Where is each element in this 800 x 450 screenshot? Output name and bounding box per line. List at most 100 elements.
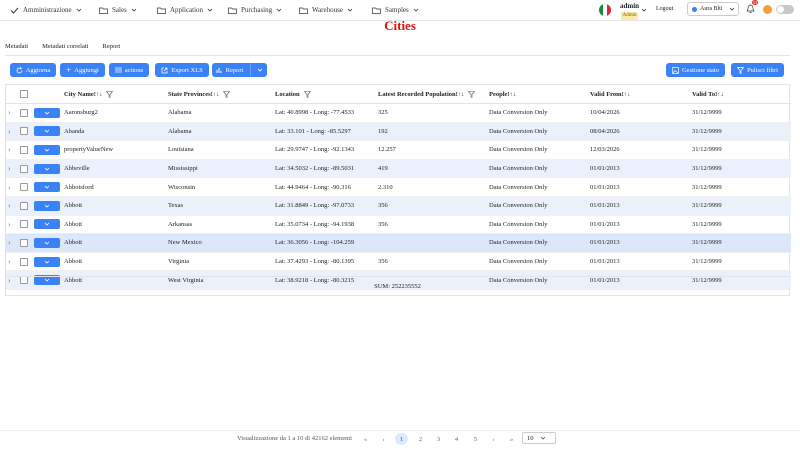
avatar[interactable] — [763, 5, 772, 14]
row-select[interactable] — [18, 103, 32, 123]
chevron-right-icon[interactable]: › — [8, 127, 11, 136]
add-button[interactable]: + Aggiungi — [60, 63, 105, 77]
tab-metadati[interactable]: Metadati — [5, 43, 28, 50]
row-actions[interactable] — [32, 103, 62, 123]
expand-toggle[interactable]: › — [6, 215, 18, 235]
row-actions[interactable] — [32, 159, 62, 179]
select-all-checkbox[interactable] — [20, 90, 28, 98]
row-select[interactable] — [18, 252, 32, 272]
row-menu-button[interactable] — [34, 256, 60, 267]
page-3[interactable]: 3 — [432, 433, 445, 445]
row-actions[interactable] — [32, 140, 62, 160]
row-select[interactable] — [18, 215, 32, 235]
header-select[interactable] — [18, 85, 32, 104]
filter-icon[interactable] — [106, 90, 114, 98]
expand-toggle[interactable]: › — [6, 103, 18, 123]
table-row[interactable]: › Aaronsburg2 Alabama Lat: 40.8998 - Long: … — [6, 103, 791, 123]
prev-page-icon[interactable]: ‹ — [377, 433, 390, 445]
nav-item-application[interactable]: Application — [157, 0, 213, 20]
bell-icon[interactable] — [746, 4, 755, 14]
row-select[interactable] — [18, 122, 32, 142]
nav-item-warehouse[interactable]: Warehouse — [299, 0, 353, 20]
row-actions[interactable] — [32, 177, 62, 197]
chevron-right-icon[interactable]: › — [8, 220, 11, 229]
next-page-icon[interactable]: › — [487, 433, 500, 445]
page-1[interactable]: 1 — [395, 433, 408, 445]
row-select[interactable] — [18, 159, 32, 179]
table-row[interactable]: › Abbeville Mississippi Lat: 34.5032 - Long… — [6, 159, 791, 179]
chevron-right-icon[interactable]: › — [8, 201, 11, 210]
expand-toggle[interactable]: › — [6, 196, 18, 216]
chevron-right-icon[interactable]: › — [8, 145, 11, 154]
report-button[interactable]: Report — [212, 63, 267, 77]
header-population[interactable]: Latest Recorded Population!↑↓ — [376, 85, 487, 104]
chevron-right-icon[interactable]: › — [8, 183, 11, 192]
header-city-name[interactable]: City Name!↑↓ — [62, 85, 166, 104]
row-actions[interactable] — [32, 233, 62, 253]
expand-toggle[interactable]: › — [6, 252, 18, 272]
expand-toggle[interactable]: › — [6, 177, 18, 197]
nav-item-sales[interactable]: Sales — [99, 0, 137, 20]
theme-select[interactable]: Aura Blü — [687, 2, 739, 16]
row-checkbox[interactable] — [20, 257, 28, 266]
nav-item-amministrazione[interactable]: Amministrazione — [10, 0, 82, 20]
chevron-right-icon[interactable]: › — [8, 164, 11, 173]
header-state-province[interactable]: State Provinces!↑↓ — [166, 85, 273, 104]
clear-filters-button[interactable]: Pulisci filtri — [731, 63, 784, 77]
table-row[interactable]: › Abbott Arkansas Lat: 35.0734 - Long: -94.… — [6, 215, 791, 235]
filter-icon[interactable] — [468, 90, 476, 98]
chevron-right-icon[interactable]: › — [8, 257, 11, 266]
filter-icon[interactable] — [303, 90, 311, 98]
tab-metadati-correlati[interactable]: Metadati correlati — [42, 43, 88, 50]
chevron-right-icon[interactable]: › — [8, 108, 11, 117]
table-row[interactable]: › Abanda Alabama Lat: 33.101 - Long: -85.52… — [6, 122, 791, 142]
row-checkbox[interactable] — [20, 238, 28, 247]
last-page-icon[interactable]: » — [505, 433, 518, 445]
row-menu-button[interactable] — [34, 107, 60, 118]
row-checkbox[interactable] — [20, 127, 28, 136]
refresh-button[interactable]: Aggiorna — [10, 63, 56, 77]
header-valid-to[interactable]: Valid To!↑↓ — [690, 85, 791, 104]
table-row[interactable]: › Abbott Texas Lat: 31.8849 - Long: -97.073… — [6, 196, 791, 216]
header-location[interactable]: Location — [273, 85, 376, 104]
page-5[interactable]: 5 — [469, 433, 482, 445]
row-actions[interactable] — [32, 196, 62, 216]
export-xls-button[interactable]: Export XLS — [155, 63, 209, 77]
first-page-icon[interactable]: « — [359, 433, 372, 445]
row-checkbox[interactable] — [20, 220, 28, 229]
row-checkbox[interactable] — [20, 145, 28, 154]
row-menu-button[interactable] — [34, 237, 60, 248]
chevron-down-icon[interactable] — [641, 7, 647, 13]
page-4[interactable]: 4 — [450, 433, 463, 445]
filter-icon[interactable] — [223, 90, 231, 98]
row-checkbox[interactable] — [20, 164, 28, 173]
row-menu-button[interactable] — [34, 126, 60, 137]
row-checkbox[interactable] — [20, 183, 28, 192]
row-checkbox[interactable] — [20, 201, 28, 210]
rows-per-page-select[interactable]: 10 — [522, 432, 556, 444]
row-menu-button[interactable] — [34, 163, 60, 174]
table-row[interactable]: › Abbott New Mexico Lat: 36.3056 - Long: -1… — [6, 233, 791, 253]
row-menu-button[interactable] — [34, 144, 60, 155]
row-checkbox[interactable] — [20, 108, 28, 117]
header-people[interactable]: People!↑↓ — [487, 85, 588, 104]
expand-toggle[interactable]: › — [6, 159, 18, 179]
table-row[interactable]: › Abbotsford Wisconsin Lat: 44.9464 - Long:… — [6, 177, 791, 197]
nav-item-samples[interactable]: Samples — [372, 0, 419, 20]
row-actions[interactable] — [32, 215, 62, 235]
expand-toggle[interactable]: › — [6, 233, 18, 253]
actions-button[interactable]: actions — [109, 63, 149, 77]
header-valid-from[interactable]: Valid From!↑↓ — [588, 85, 690, 104]
row-select[interactable] — [18, 233, 32, 253]
tab-report[interactable]: Report — [103, 43, 121, 50]
row-menu-button[interactable] — [34, 182, 60, 193]
chevron-down-icon[interactable] — [257, 67, 263, 73]
expand-toggle[interactable]: › — [6, 122, 18, 142]
italy-flag-icon[interactable] — [599, 4, 611, 16]
nav-item-purchasing[interactable]: Purchasing — [228, 0, 282, 20]
row-menu-button[interactable] — [34, 200, 60, 211]
row-select[interactable] — [18, 140, 32, 160]
row-actions[interactable] — [32, 122, 62, 142]
table-row[interactable]: › Abbott Virginia Lat: 37.4293 - Long: -80.… — [6, 252, 791, 272]
dark-mode-toggle[interactable] — [776, 5, 794, 14]
